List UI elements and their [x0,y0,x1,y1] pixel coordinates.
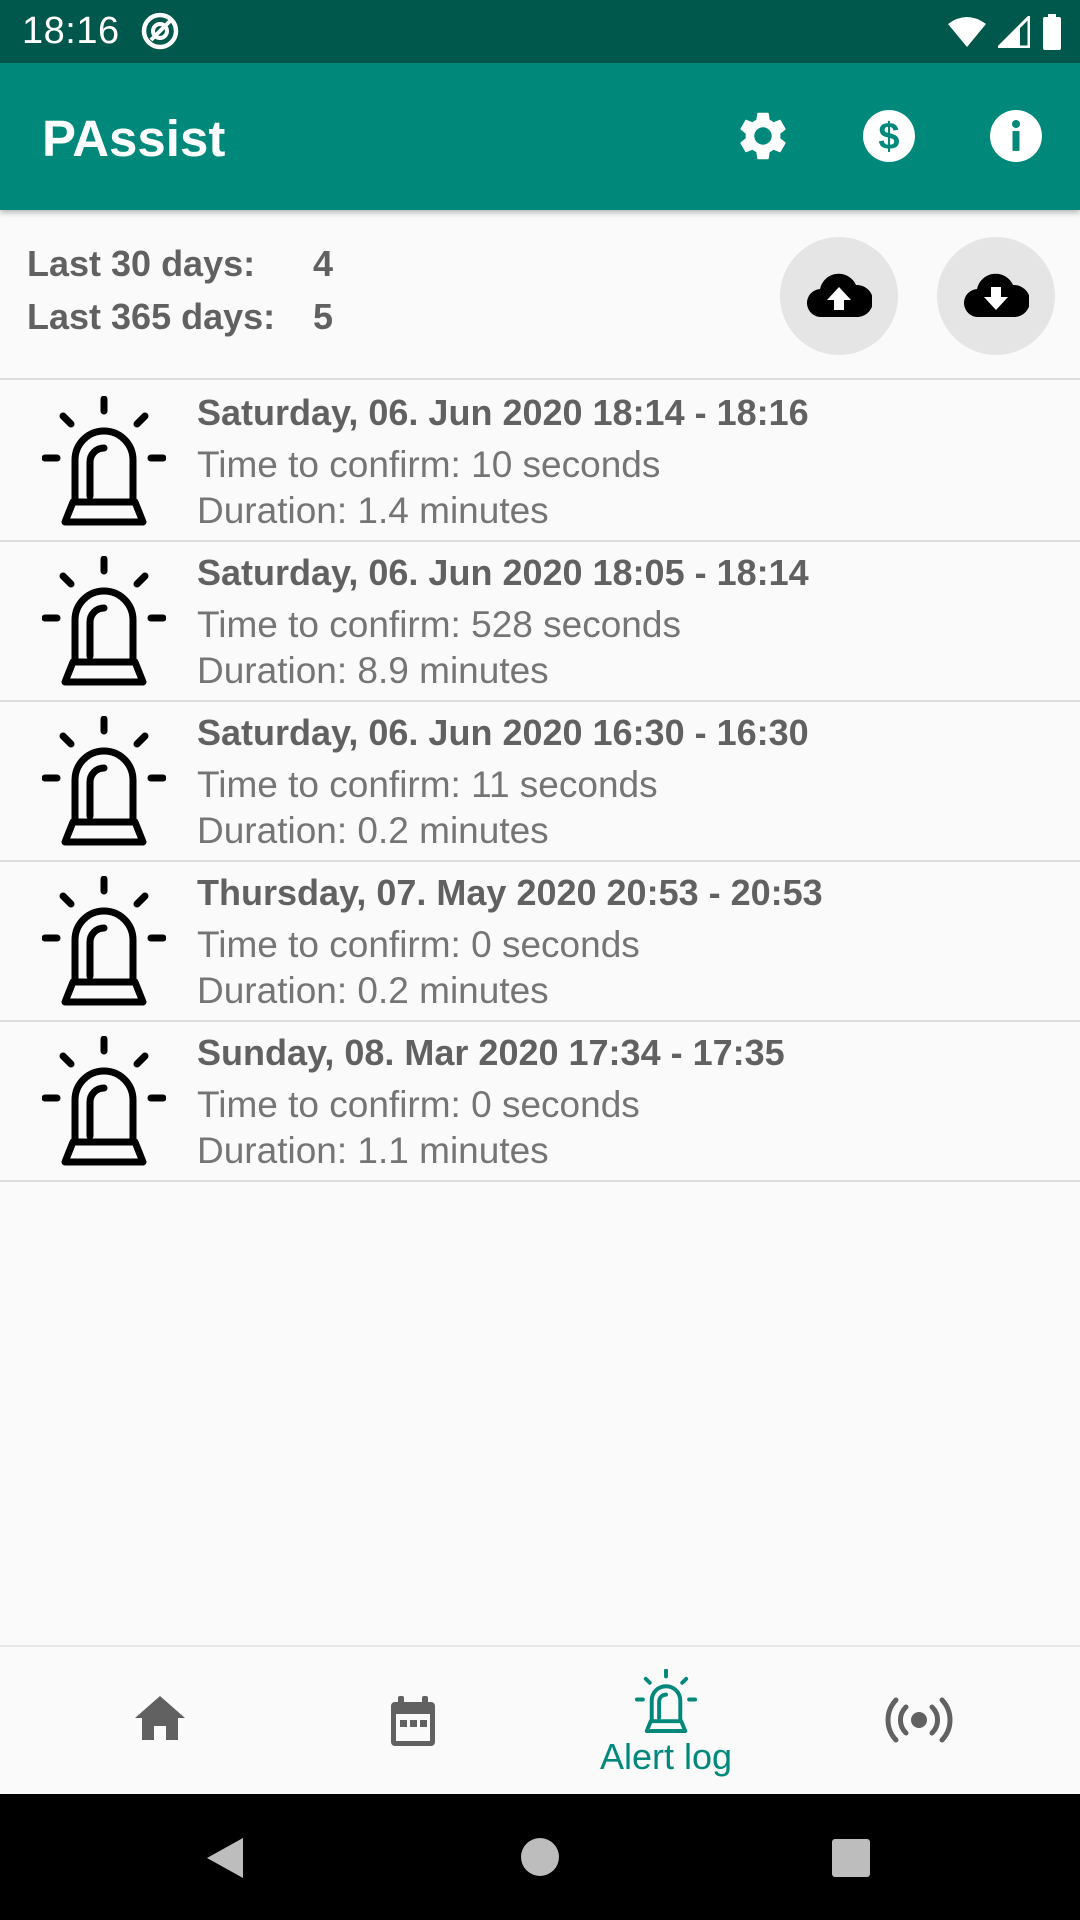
alarm-light-icon [42,876,166,1006]
donate-button[interactable]: $ [856,103,922,169]
nav-alert-log[interactable]: Alert log [531,1647,801,1794]
signal-icon [998,16,1030,48]
recents-icon[interactable] [831,1838,871,1878]
status-bar: 18:16 [0,0,1080,63]
alert-duration: Duration: 1.1 minutes [197,1130,549,1171]
alarm-light-icon [42,716,166,846]
cloud-upload-icon [806,273,872,318]
nav-home[interactable] [25,1647,295,1794]
upload-button[interactable] [780,237,898,355]
svg-text:$: $ [878,116,899,158]
alert-duration: Duration: 8.9 minutes [197,650,549,691]
home-circle-icon[interactable] [520,1837,560,1877]
list-item[interactable]: Saturday, 06. Jun 2020 18:05 - 18:14 Tim… [0,542,1080,702]
app-bar: PAssist $ [0,63,1080,210]
summary-last365: Last 365 days: 5 [27,296,333,338]
cloud-download-icon [963,273,1029,318]
alert-duration: Duration: 0.2 minutes [197,810,549,851]
info-button[interactable] [983,103,1049,169]
alert-title: Thursday, 07. May 2020 20:53 - 20:53 [197,872,823,913]
last365-label: Last 365 days: [27,296,276,337]
last30-label: Last 30 days: [27,243,256,284]
alert-title: Saturday, 06. Jun 2020 16:30 - 16:30 [197,712,809,753]
at-sign-icon [141,12,179,50]
alert-confirm-time: Time to confirm: 528 seconds [197,604,681,645]
settings-button[interactable] [730,103,796,169]
dollar-icon: $ [863,110,915,162]
nav-alert-log-label: Alert log [599,1736,733,1777]
alert-title: Saturday, 06. Jun 2020 18:14 - 18:16 [197,392,809,433]
alert-title: Sunday, 08. Mar 2020 17:34 - 17:35 [197,1032,785,1073]
home-icon [135,1696,185,1740]
last30-value: 4 [313,243,334,284]
list-item[interactable]: Sunday, 08. Mar 2020 17:34 - 17:35 Time … [0,1022,1080,1182]
list-item[interactable]: Thursday, 07. May 2020 20:53 - 20:53 Tim… [0,862,1080,1022]
alarm-light-icon [635,1669,697,1733]
alert-confirm-time: Time to confirm: 0 seconds [197,924,640,965]
alert-confirm-time: Time to confirm: 10 seconds [197,444,661,485]
bottom-nav: Alert log [0,1645,1080,1794]
alarm-light-icon [42,556,166,686]
back-icon[interactable] [205,1836,245,1880]
app-title: PAssist [42,110,226,167]
alarm-light-icon [42,396,166,526]
calendar-icon [391,1696,435,1746]
last365-value: 5 [313,296,334,337]
status-time: 18:16 [22,10,120,52]
summary-last30: Last 30 days: 4 [27,243,333,285]
nav-calendar[interactable] [278,1647,548,1794]
broadcast-icon [885,1697,953,1743]
alert-duration: Duration: 1.4 minutes [197,490,549,531]
download-button[interactable] [937,237,1055,355]
alert-duration: Duration: 0.2 minutes [197,970,549,1011]
system-nav-bar [0,1794,1080,1920]
alert-confirm-time: Time to confirm: 0 seconds [197,1084,640,1125]
list-item[interactable]: Saturday, 06. Jun 2020 18:14 - 18:16 Tim… [0,382,1080,542]
settings-icon [740,112,786,160]
alarm-light-icon [42,1036,166,1166]
alert-list: Saturday, 06. Jun 2020 18:14 - 18:16 Tim… [0,382,1080,1182]
wifi-icon [948,17,986,47]
list-item[interactable]: Saturday, 06. Jun 2020 16:30 - 16:30 Tim… [0,702,1080,862]
nav-broadcast[interactable] [784,1647,1054,1794]
summary-panel: Last 30 days: 4 Last 365 days: 5 [0,210,1080,380]
alert-title: Saturday, 06. Jun 2020 18:05 - 18:14 [197,552,809,593]
info-icon [990,110,1042,162]
battery-icon [1043,14,1061,50]
status-icons [948,12,1062,52]
alert-confirm-time: Time to confirm: 11 seconds [197,764,658,805]
